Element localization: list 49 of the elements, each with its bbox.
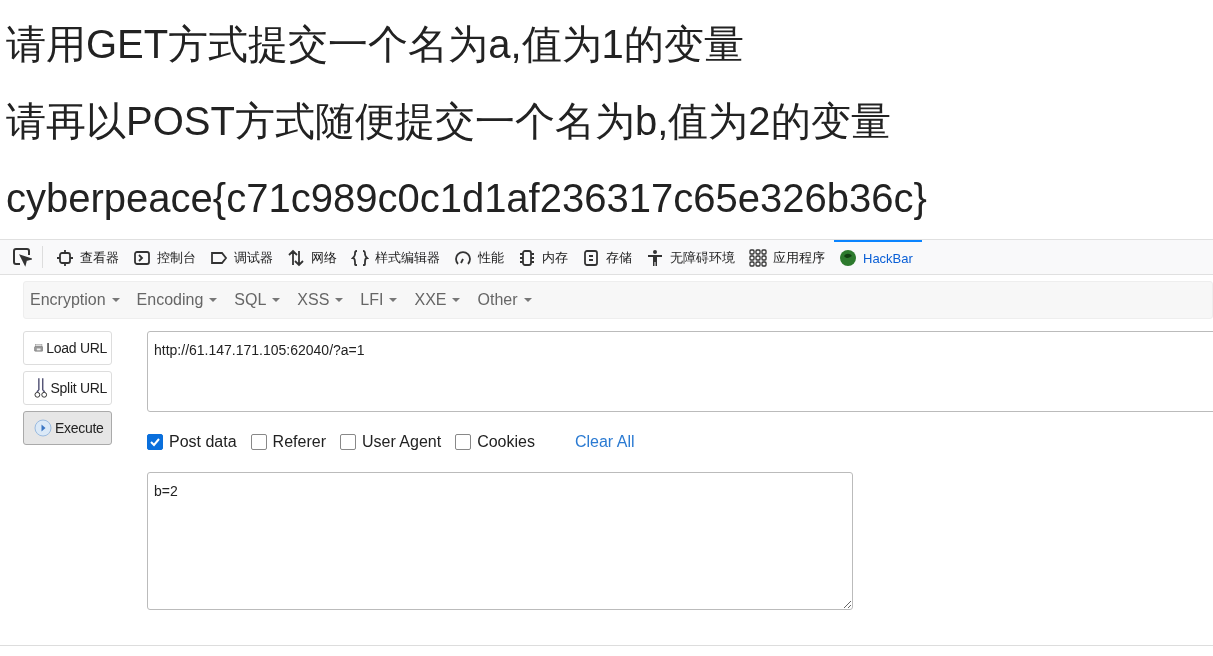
menu-dropdown[interactable]: Encoding [136, 291, 226, 309]
devtools-tab[interactable]: 调试器 [205, 240, 282, 274]
tag-icon [210, 249, 228, 267]
clear-all-link[interactable]: Clear All [574, 433, 635, 451]
scissors-icon [34, 377, 48, 399]
devtools-tab[interactable]: 控制台 [128, 240, 205, 274]
hackbar-logo-icon [839, 249, 857, 267]
page-heading: 请用GET方式提交一个名为a,值为1的变量 [6, 21, 745, 68]
page-heading: 请再以POST方式随便提交一个名为b,值为2的变量 [6, 98, 892, 145]
checkbox[interactable] [250, 434, 267, 450]
menu-dropdown[interactable]: LFI [360, 291, 406, 309]
devtools-tab[interactable]: 应用程序 [744, 240, 834, 274]
menu-dropdown[interactable]: Other [477, 291, 540, 309]
devtools-tab[interactable]: 查看器 [51, 240, 128, 274]
checkbox[interactable] [147, 434, 163, 450]
console-icon [133, 249, 151, 267]
checkbox[interactable] [339, 434, 356, 450]
chip-icon [518, 249, 536, 267]
devtools-tab[interactable]: 存储 [577, 240, 641, 274]
hackbar-button[interactable]: Execute [23, 411, 112, 445]
menu-dropdown[interactable]: XSS [297, 291, 352, 309]
storage-icon [582, 249, 600, 267]
post-data-field[interactable]: b=2 [147, 472, 853, 610]
devtools-tab[interactable]: 网络 [282, 240, 346, 274]
devtools-tab[interactable]: 无障碍环境 [641, 240, 744, 274]
checkbox[interactable] [455, 434, 472, 450]
url-field[interactable]: http://61.147.171.105:62040/?a=1 [147, 331, 1213, 412]
checkbox-label: Cookies [477, 433, 535, 451]
menu-dropdown[interactable]: XXE [414, 291, 469, 309]
person-icon [646, 249, 664, 267]
checkbox-label: User Agent [361, 433, 442, 451]
inspector-icon [56, 249, 74, 267]
menu-dropdown[interactable]: SQL [234, 291, 289, 309]
braces-icon [351, 249, 369, 267]
hackbar-button[interactable]: Load URL [23, 331, 112, 365]
element-picker-icon[interactable] [12, 247, 32, 267]
devtools-tab[interactable]: 样式编辑器 [346, 240, 449, 274]
devtools-tab[interactable]: HackBar [834, 240, 922, 274]
page-heading: cyberpeace{c71c989c0c1d1af236317c65e326b36c} [6, 175, 928, 222]
menu-dropdown[interactable]: Encryption [30, 291, 128, 309]
play-icon [34, 419, 52, 437]
devtools-tab[interactable]: 内存 [513, 240, 577, 274]
grid-icon [749, 249, 767, 267]
checkbox-label: Referer [272, 433, 326, 451]
devtools-tab[interactable]: 性能 [449, 240, 513, 274]
checkbox-label: Post data [169, 433, 237, 451]
hackbar-button[interactable]: Split URL [23, 371, 112, 405]
gauge-icon [454, 249, 472, 267]
arrows-icon [287, 249, 305, 267]
